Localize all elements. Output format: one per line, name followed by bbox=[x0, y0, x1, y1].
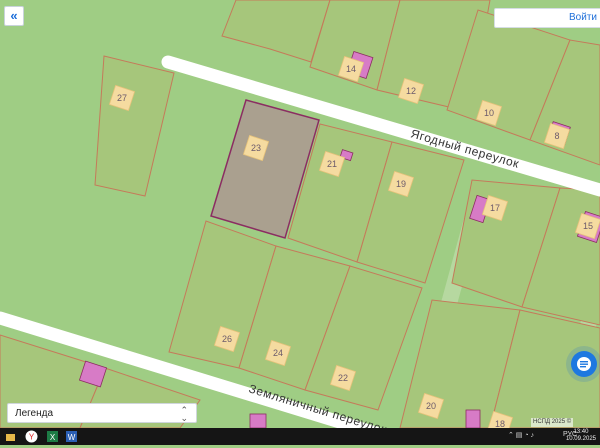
svg-text:22: 22 bbox=[338, 373, 348, 383]
svg-text:19: 19 bbox=[396, 179, 406, 189]
clock-date: 10.09.2025 bbox=[565, 436, 596, 442]
svg-text:17: 17 bbox=[490, 203, 500, 213]
excel-icon[interactable]: X bbox=[46, 430, 59, 443]
svg-text:26: 26 bbox=[222, 334, 232, 344]
svg-text:24: 24 bbox=[273, 348, 283, 358]
yandex-browser-icon[interactable]: Y bbox=[25, 430, 38, 443]
svg-text:W: W bbox=[68, 433, 76, 442]
tray-icons[interactable]: ⌃ ▤ ◔ ♪ bbox=[508, 431, 534, 439]
legend-dropdown[interactable]: Легенда ⌃ ⌄ bbox=[7, 403, 197, 423]
chat-icon bbox=[577, 357, 591, 371]
svg-text:15: 15 bbox=[583, 221, 593, 231]
building-marker[interactable] bbox=[249, 413, 267, 428]
copyright-notice: НСПД 2025 © bbox=[531, 418, 574, 427]
login-panel: Войти bbox=[494, 8, 600, 28]
svg-text:8: 8 bbox=[554, 131, 559, 141]
svg-text:27: 27 bbox=[117, 93, 127, 103]
collapse-panel-button[interactable]: « bbox=[4, 6, 24, 26]
building-marker[interactable] bbox=[465, 409, 481, 428]
windows-taskbar: Y X W ⌃ ▤ ◔ ♪ РУС 13:40 10.09.2025 bbox=[0, 428, 600, 445]
legend-label: Легенда bbox=[15, 408, 54, 419]
svg-text:X: X bbox=[50, 433, 56, 442]
svg-text:23: 23 bbox=[251, 143, 261, 153]
svg-text:14: 14 bbox=[346, 64, 356, 74]
svg-text:21: 21 bbox=[327, 159, 337, 169]
svg-text:20: 20 bbox=[426, 401, 436, 411]
clock[interactable]: 13:40 10.09.2025 bbox=[566, 429, 596, 443]
svg-text:10: 10 bbox=[484, 108, 494, 118]
cadastral-map[interactable]: Ягодный переулок Земляничный переулок 27… bbox=[0, 0, 600, 428]
chevron-updown-icon: ⌃ ⌄ bbox=[180, 405, 188, 423]
chat-button[interactable] bbox=[571, 351, 597, 377]
svg-text:18: 18 bbox=[495, 419, 505, 428]
clock-time: 13:40 bbox=[573, 429, 589, 435]
word-icon[interactable]: W bbox=[65, 430, 78, 443]
svg-text:12: 12 bbox=[406, 86, 416, 96]
svg-text:Y: Y bbox=[29, 433, 35, 442]
start-icon[interactable] bbox=[4, 430, 17, 443]
login-button[interactable]: Войти bbox=[569, 12, 597, 23]
